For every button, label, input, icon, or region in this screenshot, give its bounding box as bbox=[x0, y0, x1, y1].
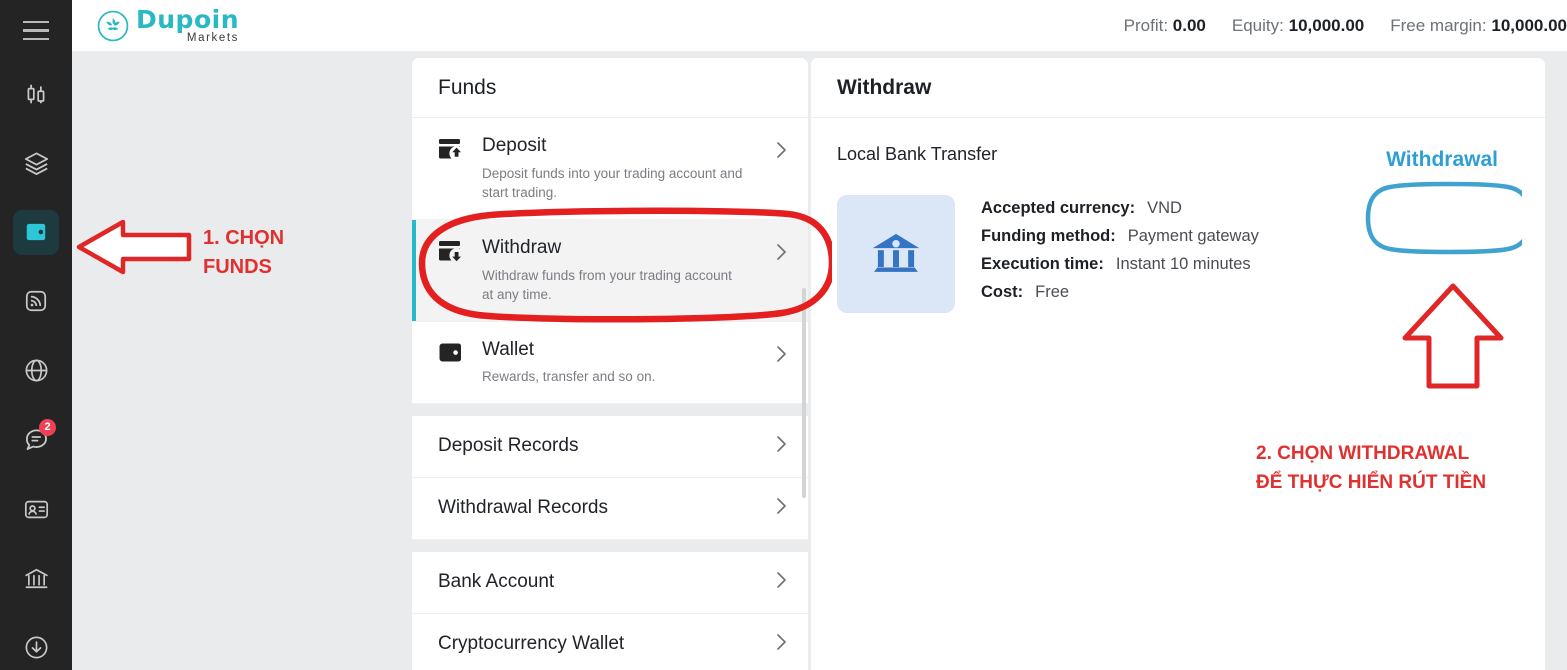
funds-item-title: Deposit Records bbox=[438, 435, 579, 457]
spec-value: VND bbox=[1147, 199, 1182, 217]
funds-item-deposit-records[interactable]: Deposit Records bbox=[412, 416, 808, 478]
download-circle-icon bbox=[23, 634, 50, 661]
signal-icon bbox=[23, 288, 49, 314]
spec-value: Payment gateway bbox=[1127, 227, 1259, 245]
sidebar-item-funds[interactable] bbox=[13, 209, 59, 255]
stat-equity-value: 10,000.00 bbox=[1288, 15, 1365, 35]
id-card-icon bbox=[23, 496, 50, 523]
bank-building-icon bbox=[865, 221, 927, 288]
stat-profit: Profit: 0.00 bbox=[1124, 16, 1206, 36]
spec-key: Cost: bbox=[981, 283, 1024, 301]
funds-item-withdrawal-records[interactable]: Withdrawal Records bbox=[412, 478, 808, 540]
sidebar-item-signals[interactable] bbox=[13, 279, 59, 324]
sidebar-item-charts[interactable] bbox=[13, 71, 59, 116]
funds-item-title: Bank Account bbox=[438, 571, 555, 593]
funds-list-scrollbar[interactable] bbox=[802, 288, 806, 498]
brand-subtitle: Markets bbox=[186, 31, 239, 44]
layers-icon bbox=[23, 150, 50, 177]
stat-equity: Equity: 10,000.00 bbox=[1232, 16, 1364, 36]
withdrawal-button[interactable]: Withdrawal bbox=[1372, 138, 1512, 182]
funds-item-title: Cryptocurrency Wallet bbox=[438, 633, 625, 655]
spec-accepted-currency: Accepted currency: VND bbox=[981, 199, 1259, 218]
chevron-right-icon bbox=[776, 140, 788, 165]
chevron-right-icon bbox=[776, 496, 788, 521]
funds-item-cryptocurrency-wallet[interactable]: Cryptocurrency Wallet bbox=[412, 614, 808, 670]
withdraw-detail-panel: Withdraw Local Bank Transfer Accepted cu… bbox=[810, 58, 1545, 670]
stat-equity-label: Equity: bbox=[1231, 15, 1284, 35]
funds-item-wallet[interactable]: Wallet Rewards, transfer and so on. bbox=[412, 322, 808, 404]
left-icon-rail: 2 bbox=[0, 0, 72, 670]
funds-panel-header: Funds bbox=[412, 58, 808, 118]
stat-profit-label: Profit: bbox=[1123, 15, 1169, 35]
candlestick-chart-icon bbox=[23, 81, 49, 107]
spec-execution-time: Execution time: Instant 10 minutes bbox=[981, 255, 1259, 274]
funds-item-title: Wallet bbox=[482, 338, 535, 360]
spec-value: Instant 10 minutes bbox=[1115, 255, 1251, 273]
brand-name: Dupoin bbox=[136, 4, 239, 34]
withdraw-panel-header: Withdraw bbox=[811, 58, 1545, 118]
withdraw-panel-body: Local Bank Transfer Accepted currency: V… bbox=[811, 118, 1545, 313]
top-header-bar: Dupoin Markets Profit: 0.00 Equity: 10,0… bbox=[72, 0, 1567, 51]
stat-profit-value: 0.00 bbox=[1172, 15, 1206, 35]
wallet-icon bbox=[23, 219, 49, 245]
funds-item-desc: Withdraw funds from your trading account… bbox=[482, 267, 732, 303]
funds-group-divider bbox=[412, 403, 808, 416]
bank-transfer-card[interactable]: Accepted currency: VND Funding method: P… bbox=[837, 195, 1519, 313]
withdraw-icon bbox=[438, 239, 466, 270]
spec-key: Funding method: bbox=[981, 227, 1116, 245]
bank-transfer-specs: Accepted currency: VND Funding method: P… bbox=[981, 195, 1259, 313]
app-root: 2 Dupoin Markets Profit: 0.00 Equity: 10… bbox=[0, 0, 1567, 670]
funds-accounts-group: Bank Account Cryptocurrency Wallet bbox=[412, 551, 808, 670]
globe-icon bbox=[23, 357, 50, 384]
account-stats: Profit: 0.00 Equity: 10,000.00 Free marg… bbox=[1124, 16, 1567, 36]
bank-icon bbox=[23, 565, 50, 592]
sidebar-item-download[interactable] bbox=[13, 625, 59, 670]
spec-cost: Cost: Free bbox=[981, 283, 1259, 302]
stat-free-margin-label: Free margin: bbox=[1390, 15, 1487, 35]
funds-item-bank-account[interactable]: Bank Account bbox=[412, 552, 808, 614]
funds-group-divider-2 bbox=[412, 539, 808, 552]
message-badge: 2 bbox=[39, 419, 56, 437]
sidebar-item-profile[interactable] bbox=[13, 486, 59, 531]
sidebar-item-bank[interactable] bbox=[13, 556, 59, 601]
page-title: Withdraw bbox=[837, 75, 932, 99]
stat-free-margin: Free margin: 10,000.00 bbox=[1390, 16, 1567, 36]
funds-item-title: Deposit bbox=[482, 135, 547, 156]
funds-primary-group: Deposit Deposit funds into your trading … bbox=[412, 118, 808, 404]
brand-logo[interactable]: Dupoin Markets bbox=[96, 7, 239, 45]
chevron-right-icon bbox=[776, 242, 788, 267]
funds-item-title: Withdraw bbox=[482, 236, 562, 258]
funds-item-title: Withdrawal Records bbox=[438, 497, 608, 519]
funds-title: Funds bbox=[438, 75, 497, 99]
spec-funding-method: Funding method: Payment gateway bbox=[981, 227, 1259, 246]
funds-panel: Funds Deposit Deposit funds into your tr… bbox=[412, 58, 808, 670]
chevron-right-icon bbox=[776, 632, 788, 657]
funds-item-desc: Rewards, transfer and so on. bbox=[482, 369, 656, 385]
bank-tile bbox=[837, 195, 955, 313]
funds-item-deposit[interactable]: Deposit Deposit funds into your trading … bbox=[412, 118, 808, 220]
spec-key: Execution time: bbox=[981, 255, 1104, 273]
wallet-icon bbox=[438, 341, 466, 370]
spec-value: Free bbox=[1035, 283, 1070, 301]
dupoin-flower-icon bbox=[96, 9, 130, 43]
chevron-right-icon bbox=[776, 344, 788, 369]
sidebar-item-layers[interactable] bbox=[13, 141, 59, 186]
sidebar-item-language[interactable] bbox=[13, 348, 59, 393]
funds-list: Deposit Deposit funds into your trading … bbox=[412, 118, 808, 670]
chevron-right-icon bbox=[776, 570, 788, 595]
stat-free-margin-value: 10,000.00 bbox=[1491, 15, 1567, 35]
chevron-right-icon bbox=[776, 434, 788, 459]
sidebar-item-messages[interactable]: 2 bbox=[13, 417, 59, 462]
spec-key: Accepted currency: bbox=[981, 199, 1136, 217]
hamburger-icon[interactable] bbox=[16, 14, 56, 47]
deposit-icon bbox=[438, 137, 466, 168]
funds-item-desc: Deposit funds into your trading account … bbox=[482, 165, 743, 201]
funds-item-withdraw[interactable]: Withdraw Withdraw funds from your tradin… bbox=[412, 219, 808, 322]
funds-records-group: Deposit Records Withdrawal Records bbox=[412, 415, 808, 540]
